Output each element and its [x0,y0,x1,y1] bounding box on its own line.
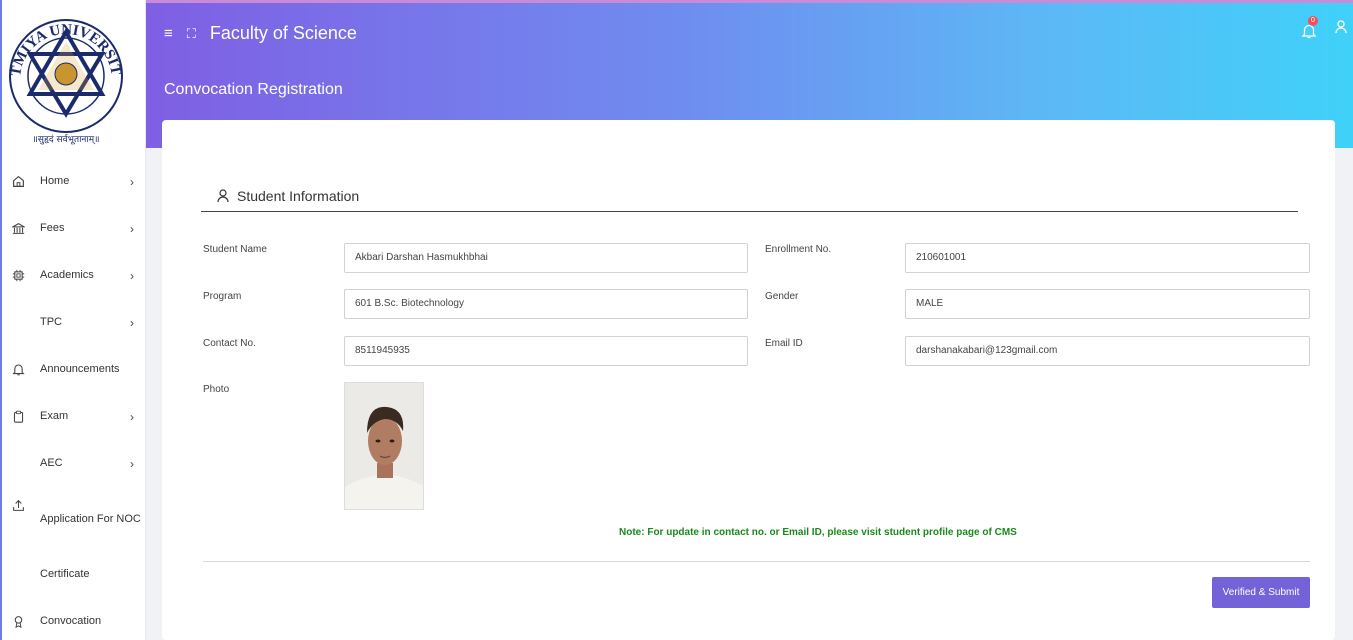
university-logo: ATMIYA UNIVERSITY ॥सुहृदं सर्वभूतानाम्॥ [6,2,124,145]
chevron-right-icon: › [130,221,134,236]
menu-icon[interactable]: ≡ [164,25,173,42]
page-title: Convocation Registration [164,81,343,98]
user-icon[interactable] [1335,19,1347,39]
cpu-icon [10,268,26,284]
student-photo [344,382,424,510]
fullscreen-icon[interactable]: ⛶ [187,26,196,42]
sidebar-item-label: Convocation [40,615,102,627]
bell-icon [10,362,26,378]
main-card: Student Information Student Name Akbari … [162,120,1335,640]
enrollment-field[interactable]: 210601001 [905,243,1310,273]
program-field[interactable]: 601 B.Sc. Biotechnology [344,289,748,319]
faculty-title: Faculty of Science [209,23,357,43]
sidebar-item-label: Certificate [40,568,90,580]
contact-label: Contact No. [203,338,256,349]
chevron-right-icon: › [130,409,134,424]
home-icon [10,174,26,190]
gender-field[interactable]: MALE [905,289,1310,319]
program-label: Program [203,291,242,302]
chevron-right-icon: › [130,456,134,471]
notification-badge: 0 [1308,16,1318,26]
sidebar-item-convocation[interactable]: Convocation [2,598,146,640]
student-name-label: Student Name [203,244,267,255]
form-divider [203,561,1310,562]
sidebar-item-application-noc[interactable]: Application For NOC [2,487,146,551]
photo-label: Photo [203,384,230,395]
chevron-right-icon: › [130,268,134,283]
email-field[interactable]: darshanakabari@123gmail.com [905,336,1310,366]
section-divider [201,211,1298,212]
notification-button[interactable]: 0 [1301,16,1321,39]
sidebar-item-exam[interactable]: Exam › [2,393,146,440]
chevron-right-icon: › [130,174,134,189]
upload-icon [10,497,26,513]
bank-icon [10,221,26,237]
sidebar-item-certificate[interactable]: Certificate [2,551,146,598]
student-name-field[interactable]: Akbari Darshan Hasmukhbhai [344,243,748,273]
verified-submit-button[interactable]: Verified & Submit [1212,577,1310,608]
user-icon [217,189,229,203]
email-label: Email ID [765,338,803,349]
award-icon [10,614,26,630]
gender-label: Gender [765,291,799,302]
enrollment-label: Enrollment No. [765,244,832,255]
sidebar-item-label: Announcements [40,363,120,375]
sidebar-item-home[interactable]: Home › [2,158,146,205]
clipboard-icon [10,409,26,425]
sidebar-item-fees[interactable]: Fees › [2,205,146,252]
contact-field[interactable]: 8511945935 [344,336,748,366]
sidebar-item-tpc[interactable]: TPC › [2,299,146,346]
svg-text:॥सुहृदं सर्वभूतानाम्॥: ॥सुहृदं सर्वभूतानाम्॥ [32,133,99,145]
section-title-text: Student Information [237,188,360,204]
sidebar-item-aec[interactable]: AEC › [2,440,146,487]
sidebar-item-academics[interactable]: Academics › [2,252,146,299]
sidebar: ATMIYA UNIVERSITY ॥सुहृदं सर्वभूतानाम्॥ … [0,0,146,640]
sidebar-nav: Home › Fees › Academics › TPC › Announce… [2,158,146,640]
section-title: Student Information [217,188,359,204]
note-text: Note: For update in contact no. or Email… [619,527,1017,538]
chevron-right-icon: › [130,315,134,330]
sidebar-item-label: Application For NOC [40,512,141,525]
sidebar-item-announcements[interactable]: Announcements [2,346,146,393]
